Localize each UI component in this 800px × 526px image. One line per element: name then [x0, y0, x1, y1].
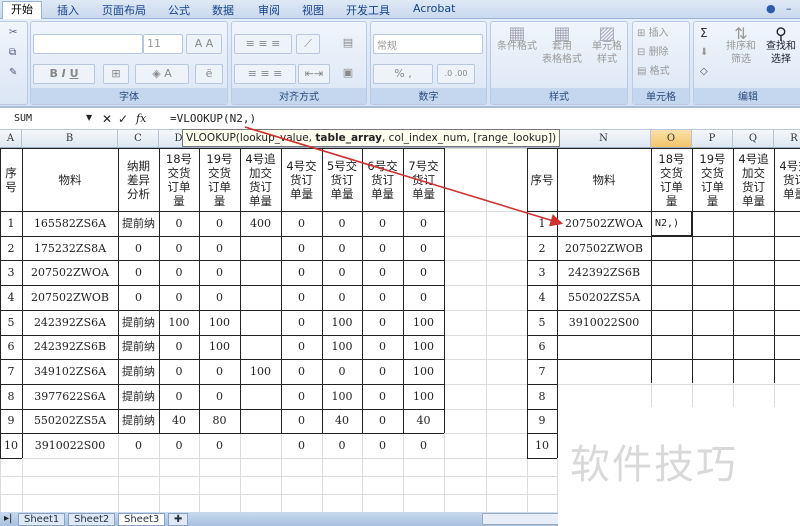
annotation-arrow: [244, 126, 564, 227]
